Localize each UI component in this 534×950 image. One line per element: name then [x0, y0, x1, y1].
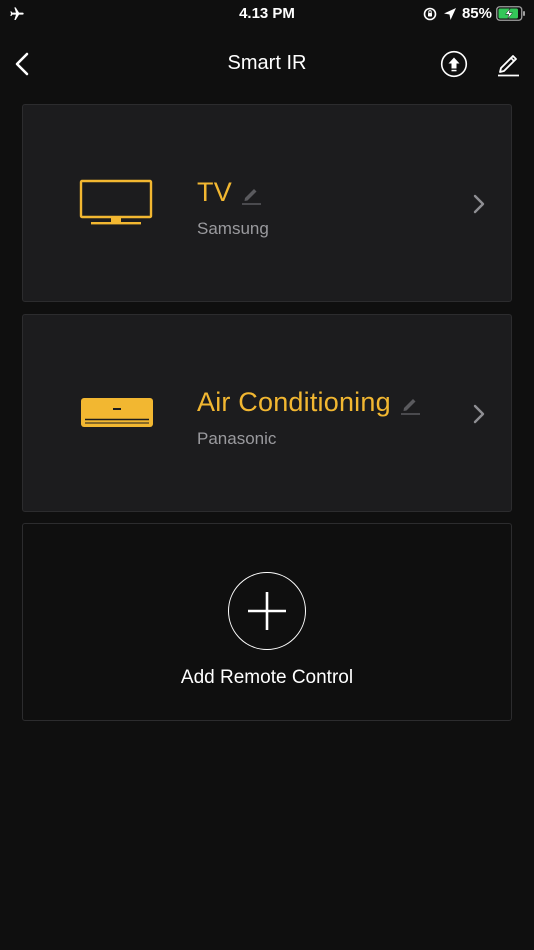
nav-bar: Smart IR	[0, 38, 534, 90]
rename-pencil-icon[interactable]	[399, 393, 421, 415]
add-remote-label: Add Remote Control	[180, 667, 354, 688]
remote-name: TV	[197, 177, 232, 207]
remote-card-air-conditioning[interactable]: Air Conditioning Panasonic	[22, 314, 512, 512]
remote-brand: Panasonic	[197, 429, 277, 448]
remote-name-row: TV	[197, 177, 262, 208]
remote-name-row: Air Conditioning	[197, 387, 421, 418]
status-bar: 4.13 PM 85%	[0, 0, 534, 28]
plus-circle-icon	[228, 572, 306, 650]
air-conditioner-icon	[81, 398, 153, 427]
battery-charging-icon	[496, 6, 525, 21]
status-right: 85%	[422, 5, 526, 22]
upload-icon[interactable]	[440, 50, 468, 78]
remote-card-tv[interactable]: TV Samsung	[22, 104, 512, 302]
battery-percent: 85%	[461, 5, 492, 22]
rename-pencil-icon[interactable]	[240, 183, 262, 205]
orientation-lock-icon	[423, 7, 437, 20]
remote-name: Air Conditioning	[197, 387, 391, 417]
location-arrow-icon	[443, 7, 456, 20]
edit-pencil-icon[interactable]	[496, 51, 520, 77]
chevron-right-icon	[473, 194, 485, 214]
plus-icon	[248, 592, 286, 630]
chevron-right-icon	[473, 404, 485, 424]
tv-icon	[79, 179, 153, 225]
remote-brand: Samsung	[197, 219, 269, 238]
add-remote-button[interactable]: Add Remote Control	[22, 523, 512, 721]
